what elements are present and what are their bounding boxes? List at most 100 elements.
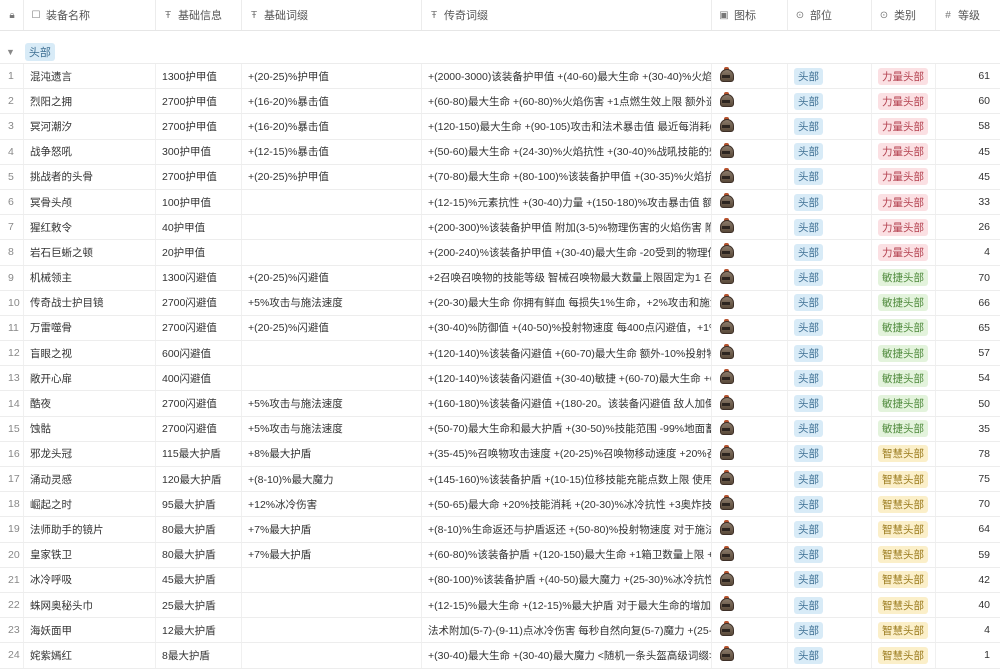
cell-base[interactable]: 100护甲值 <box>156 189 242 215</box>
table-row[interactable]: 1 混沌遗言 1300护甲值 +(20-25)%护甲值 +(2000-3000)该装备护… <box>0 64 1000 90</box>
cell-icon[interactable] <box>712 467 788 492</box>
cell-i[interactable]: 7 <box>0 215 24 240</box>
cell-level[interactable]: 33 <box>936 190 1000 214</box>
cell-name[interactable]: 涌动灵感 <box>24 467 156 492</box>
cell-part[interactable]: 头部 <box>788 492 872 517</box>
cell-level[interactable]: 1 <box>936 643 1000 667</box>
cell-name[interactable]: 皇家铁卫 <box>24 542 156 567</box>
cell-i[interactable]: 5 <box>0 164 24 189</box>
column-header-part[interactable]: ⊙ 部位 <box>788 0 872 30</box>
cell-icon[interactable] <box>712 265 788 290</box>
table-row[interactable]: 16 邪龙头冠 115最大护盾 +8%最大护盾 +(35-45)%召唤物攻击速度 +(2… <box>0 441 1000 467</box>
cell-icon[interactable] <box>712 567 788 592</box>
cell-name[interactable]: 邪龙头冠 <box>24 441 156 466</box>
cell-affix[interactable]: +(20-25)%闪避值 <box>242 265 422 290</box>
cell-legend[interactable]: +(70-80)最大生命 +(80-100)%该装备护甲值 +(30-35)%火… <box>422 164 712 189</box>
table-row[interactable]: 10 传奇战士护目镜 2700闪避值 +5%攻击与施法速度 +(20-30)最大生命 你… <box>0 290 1000 316</box>
cell-name[interactable]: 法师助手的镜片 <box>24 517 156 542</box>
cell-affix[interactable]: +(16-20)%暴击值 <box>242 114 422 139</box>
cell-level[interactable]: 57 <box>936 341 1000 365</box>
cell-affix[interactable]: +7%最大护盾 <box>242 542 422 567</box>
cell-icon[interactable] <box>712 391 788 416</box>
cell-part[interactable]: 头部 <box>788 467 872 492</box>
cell-i[interactable]: 16 <box>0 441 24 466</box>
cell-category[interactable]: 智慧头部 <box>872 517 936 542</box>
cell-level[interactable]: 59 <box>936 543 1000 567</box>
cell-i[interactable]: 21 <box>0 567 24 592</box>
cell-affix[interactable] <box>242 341 422 366</box>
table-row[interactable]: 11 万雷噬骨 2700闪避值 +(20-25)%闪避值 +(30-40)%防御值 +(… <box>0 315 1000 342</box>
cell-affix[interactable]: +(20-25)%闪避值 <box>242 315 422 341</box>
table-row[interactable]: 14 酷夜 2700闪避值 +5%攻击与施法速度 +(160-180)%该装备闪避值 +… <box>0 391 1000 417</box>
table-row[interactable]: 17 涌动灵感 120最大护盾 +(8-10)%最大魔力 +(145-160)%该装备护… <box>0 467 1000 493</box>
cell-part[interactable]: 头部 <box>788 441 872 466</box>
cell-name[interactable]: 机械领主 <box>24 265 156 290</box>
column-header-icon[interactable]: ▣ 图标 <box>712 0 788 30</box>
table-row[interactable]: 5 挑战者的头骨 2700护甲值 +(20-25)%护甲值 +(70-80)最大生命 +… <box>0 164 1000 190</box>
cell-legend[interactable]: +(160-180)%该装备闪避值 +(180-20。该装备闪避值 敌人加倒值达… <box>422 391 712 416</box>
chevron-down-icon[interactable]: ▼ <box>6 47 15 57</box>
cell-legend[interactable]: +(200-240)%该装备护甲值 +(30-40)最大生命 -20受到的物理伤… <box>422 240 712 265</box>
cell-level[interactable]: 4 <box>936 618 1000 642</box>
cell-part[interactable]: 头部 <box>788 290 872 315</box>
cell-legend[interactable]: +(30-40)最大生命 +(30-40)最大魔力 <随机一条头盔高级词缀> <… <box>422 643 712 668</box>
cell-legend[interactable]: +(60-80)%该装备护盾 +(120-150)最大生命 +1箱卫数量上限 +… <box>422 542 712 567</box>
table-row[interactable]: 13 敞开心扉 400闪避值 +(120-140)%该装备闪避值 +(30-40)敏捷… <box>0 366 1000 392</box>
cell-base[interactable]: 80最大护盾 <box>156 542 242 567</box>
cell-i[interactable]: 2 <box>0 89 24 114</box>
cell-icon[interactable] <box>712 542 788 567</box>
cell-level[interactable]: 66 <box>936 291 1000 315</box>
cell-level[interactable]: 64 <box>936 517 1000 541</box>
cell-i[interactable]: 14 <box>0 391 24 416</box>
cell-part[interactable]: 头部 <box>788 341 872 366</box>
cell-legend[interactable]: +(8-10)%生命返还与护盾返还 +(50-80)%投射物速度 对于施法速度.… <box>422 517 712 542</box>
cell-name[interactable]: 战争怒吼 <box>24 139 156 164</box>
cell-level[interactable]: 45 <box>936 140 1000 164</box>
cell-base[interactable]: 2700护甲值 <box>156 89 242 114</box>
cell-icon[interactable] <box>712 492 788 517</box>
cell-i[interactable]: 6 <box>0 189 24 215</box>
cell-category[interactable]: 智慧头部 <box>872 618 936 643</box>
cell-i[interactable]: 24 <box>0 643 24 668</box>
cell-i[interactable]: 9 <box>0 265 24 290</box>
cell-level[interactable]: 70 <box>936 492 1000 516</box>
column-header-name[interactable]: ☐ 装备名称 <box>24 0 156 30</box>
cell-legend[interactable]: +(200-300)%该装备护甲值 附加(3-5)%物理伤害的火焰伤害 附加(3… <box>422 215 712 240</box>
cell-category[interactable]: 智慧头部 <box>872 643 936 668</box>
cell-name[interactable]: 崛起之时 <box>24 492 156 517</box>
cell-part[interactable]: 头部 <box>788 114 872 139</box>
cell-i[interactable]: 8 <box>0 240 24 265</box>
cell-legend[interactable]: +2召唤召唤物的技能等级 智械召唤物最大数量上限固定为1 召唤物... <box>422 265 712 290</box>
cell-affix[interactable] <box>242 618 422 643</box>
cell-affix[interactable]: +(16-20)%暴击值 <box>242 89 422 114</box>
cell-base[interactable]: 80最大护盾 <box>156 517 242 542</box>
cell-base[interactable]: 300护甲值 <box>156 139 242 164</box>
cell-part[interactable]: 头部 <box>788 391 872 416</box>
cell-category[interactable]: 力量头部 <box>872 240 936 265</box>
cell-level[interactable]: 50 <box>936 391 1000 415</box>
cell-category[interactable]: 敏捷头部 <box>872 290 936 315</box>
cell-icon[interactable] <box>712 517 788 542</box>
cell-legend[interactable]: +(50-70)最大生命和最大护盾 +(30-50)%技能范围 -99%地面蓄能… <box>422 416 712 441</box>
cell-part[interactable]: 头部 <box>788 567 872 592</box>
cell-name[interactable]: 蛛网奥秘头巾 <box>24 592 156 618</box>
cell-base[interactable]: 2700闪避值 <box>156 290 242 315</box>
cell-legend[interactable]: +(120-140)%该装备闪避值 +(60-70)最大生命 额外-10%投射物… <box>422 341 712 366</box>
cell-base[interactable]: 45最大护盾 <box>156 567 242 592</box>
cell-i[interactable]: 22 <box>0 592 24 618</box>
cell-name[interactable]: 烈阳之拥 <box>24 89 156 114</box>
cell-icon[interactable] <box>712 315 788 341</box>
table-row[interactable]: 22 蛛网奥秘头巾 25最大护盾 +(12-15)%最大生命 +(12-15)%最大护… <box>0 592 1000 619</box>
column-header-base[interactable]: Ŧ 基础信息 <box>156 0 242 30</box>
cell-affix[interactable]: +(20-25)%护甲值 <box>242 164 422 189</box>
table-row[interactable]: 4 战争怒吼 300护甲值 +(12-15)%暴击值 +(50-60)最大生命 +(24… <box>0 139 1000 165</box>
cell-legend[interactable]: +(50-65)最大命 +20%技能消耗 +(20-30)%冰冷抗性 +3奥炸技… <box>422 492 712 517</box>
cell-legend[interactable]: +(30-40)%防御值 +(40-50)%投射物速度 每400点闪避值，+1%… <box>422 315 712 341</box>
cell-category[interactable]: 智慧头部 <box>872 441 936 466</box>
cell-affix[interactable] <box>242 567 422 592</box>
cell-affix[interactable]: +5%攻击与施法速度 <box>242 391 422 416</box>
cell-affix[interactable] <box>242 240 422 265</box>
cell-part[interactable]: 头部 <box>788 517 872 542</box>
cell-category[interactable]: 敏捷头部 <box>872 265 936 290</box>
cell-affix[interactable]: +5%攻击与施法速度 <box>242 290 422 315</box>
